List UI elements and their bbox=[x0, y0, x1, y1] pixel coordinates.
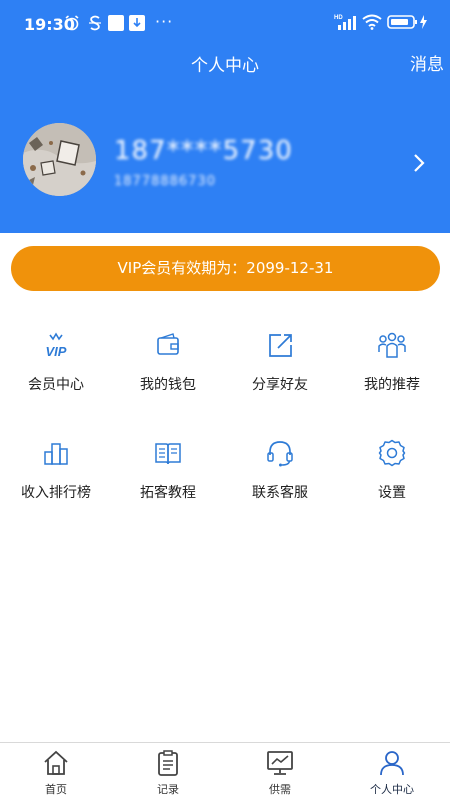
tab-supply-demand[interactable]: 供需 bbox=[224, 743, 336, 800]
menu-label: 我的推荐 bbox=[364, 377, 420, 393]
book-icon bbox=[155, 443, 181, 465]
menu-item-customer-service[interactable]: 联系客服 bbox=[224, 438, 336, 518]
settings-gear-icon bbox=[378, 439, 406, 467]
person-icon bbox=[380, 751, 404, 776]
white-box-icon bbox=[108, 15, 124, 31]
wallet-icon bbox=[157, 333, 179, 355]
profile-header: 19:30 ··· HD 个人中心 消息 187****5730 1877888… bbox=[0, 0, 450, 233]
monitor-chart-icon bbox=[267, 751, 293, 775]
menu-item-member-center[interactable]: VIP 会员中心 bbox=[0, 330, 112, 410]
menu-label: 分享好友 bbox=[252, 377, 308, 393]
bottom-tab-bar: 首页 记录 供需 个人中心 bbox=[0, 742, 450, 800]
tab-label: 个人中心 bbox=[370, 783, 414, 796]
menu-label: 拓客教程 bbox=[140, 485, 196, 501]
menu-label: 联系客服 bbox=[252, 485, 308, 501]
tab-label: 记录 bbox=[157, 783, 179, 796]
s-app-icon bbox=[89, 15, 101, 31]
more-notifications: ··· bbox=[155, 12, 174, 31]
group-icon bbox=[378, 332, 406, 358]
hd-signal-icon: HD bbox=[334, 15, 356, 30]
page-title: 个人中心 bbox=[191, 56, 259, 76]
battery-charging-icon bbox=[387, 15, 427, 29]
user-phone: 187****5730 bbox=[114, 136, 293, 166]
menu-label: 会员中心 bbox=[28, 377, 84, 393]
tab-records[interactable]: 记录 bbox=[112, 743, 224, 800]
status-bar: 19:30 ··· HD bbox=[0, 0, 450, 48]
ranking-icon bbox=[44, 443, 68, 465]
tab-label: 首页 bbox=[45, 783, 67, 796]
avatar[interactable] bbox=[23, 123, 96, 196]
menu-item-share[interactable]: 分享好友 bbox=[224, 330, 336, 410]
home-icon bbox=[44, 750, 68, 775]
tab-profile[interactable]: 个人中心 bbox=[336, 743, 448, 800]
tab-home[interactable]: 首页 bbox=[0, 743, 112, 800]
menu-label: 收入排行榜 bbox=[21, 485, 91, 501]
messages-link[interactable]: 消息 bbox=[410, 50, 444, 75]
user-avatar-photo bbox=[23, 123, 96, 196]
menu-label: 我的钱包 bbox=[140, 377, 196, 393]
alarm-icon bbox=[65, 15, 79, 31]
share-icon bbox=[269, 334, 292, 357]
chevron-right-icon[interactable] bbox=[412, 152, 426, 174]
menu-item-settings[interactable]: 设置 bbox=[336, 438, 448, 518]
svg-text:VIP: VIP bbox=[46, 344, 67, 359]
tab-label: 供需 bbox=[269, 783, 291, 796]
user-id: 18778886730 bbox=[114, 174, 216, 189]
clipboard-icon bbox=[158, 750, 178, 776]
wifi-icon bbox=[362, 14, 382, 30]
menu-item-wallet[interactable]: 我的钱包 bbox=[112, 330, 224, 410]
svg-text:HD: HD bbox=[334, 15, 343, 21]
vip-expiry-banner[interactable]: VIP会员有效期为：2099-12-31 bbox=[11, 246, 440, 291]
headset-icon bbox=[267, 441, 293, 467]
menu-item-tutorial[interactable]: 拓客教程 bbox=[112, 438, 224, 518]
menu-item-income-ranking[interactable]: 收入排行榜 bbox=[0, 438, 112, 518]
menu-item-referrals[interactable]: 我的推荐 bbox=[336, 330, 448, 410]
vip-crown-icon: VIP bbox=[46, 332, 67, 359]
download-icon bbox=[129, 15, 145, 31]
menu-label: 设置 bbox=[378, 485, 406, 501]
